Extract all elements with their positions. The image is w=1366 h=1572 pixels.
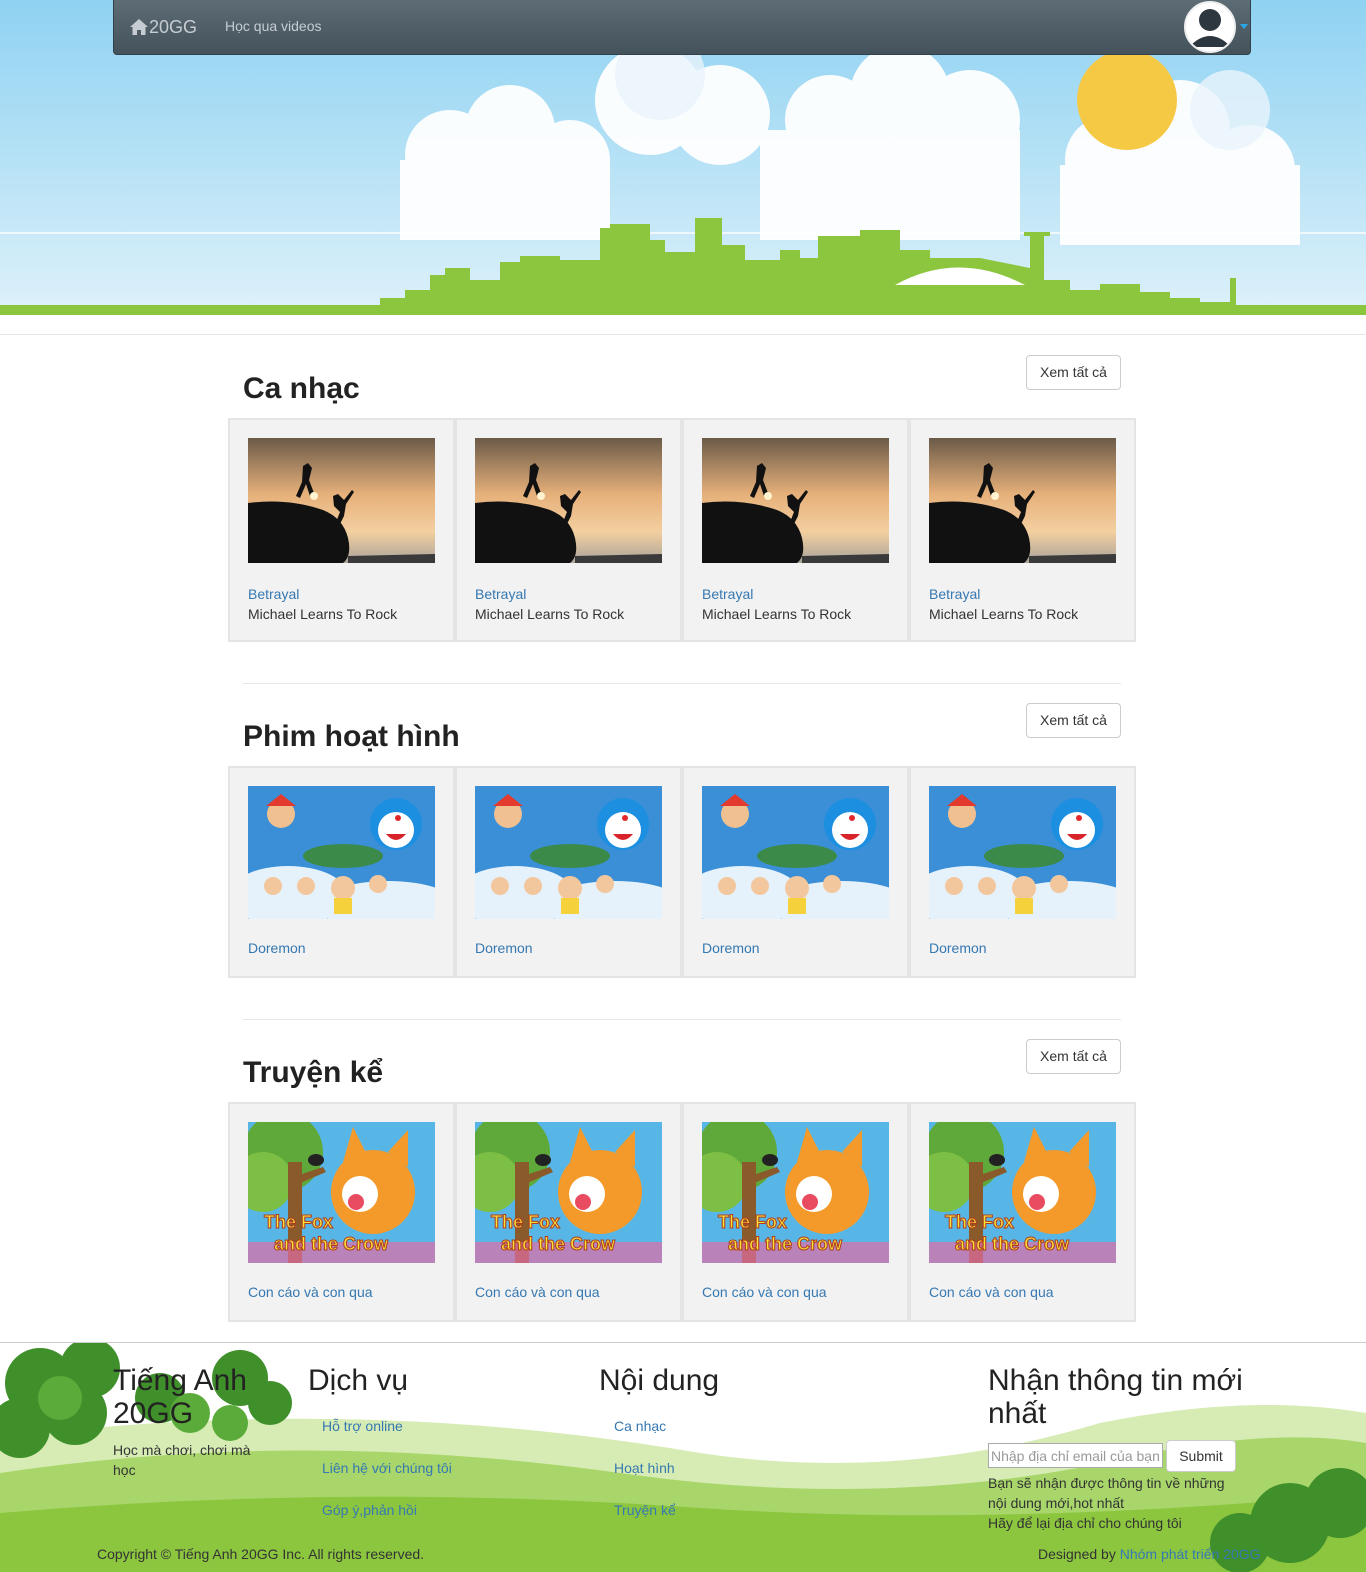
submit-button[interactable]: Submit: [1166, 1440, 1236, 1472]
card-title[interactable]: Con cáo và con qua: [475, 1284, 600, 1300]
thumb-caption: and the Crow: [955, 1234, 1070, 1254]
section-divider: [243, 683, 1121, 684]
designed-by-text: Designed by Nhóm phát triển 20GG: [1038, 1546, 1261, 1562]
card-title[interactable]: Betrayal: [702, 586, 753, 602]
footer-content-title: Nội dung: [599, 1364, 720, 1397]
doraemon-cartoon-image[interactable]: [248, 786, 435, 919]
thumb-caption: The Fox: [491, 1212, 560, 1232]
section-title: Phim hoạt hình: [243, 720, 460, 753]
nav-link-videos[interactable]: Học qua videos: [225, 18, 322, 34]
see-all-button[interactable]: Xem tất cả: [1026, 355, 1121, 390]
doraemon-cartoon-image[interactable]: [702, 786, 889, 919]
see-all-button[interactable]: Xem tất cả: [1026, 703, 1121, 738]
card-title[interactable]: Doremon: [248, 940, 306, 956]
footer-link-cartoons[interactable]: Hoạt hình: [614, 1460, 675, 1476]
footer-link-contact[interactable]: Liên hệ với chúng tôi: [322, 1460, 452, 1476]
card-title[interactable]: Doremon: [702, 940, 760, 956]
sunset-silhouette-image[interactable]: [248, 438, 435, 563]
video-card[interactable]: Doremon: [682, 766, 909, 978]
section-music: Ca nhạc Xem tất cả Betrayal Michael Lear…: [228, 355, 1136, 645]
video-card[interactable]: The Fox and the Crow Con cáo và con qua: [682, 1102, 909, 1322]
site-footer: Tiếng Anh 20GG Học mà chơi, chơi mà học …: [0, 1342, 1366, 1572]
card-title[interactable]: Betrayal: [929, 586, 980, 602]
section-title: Truyện kể: [243, 1056, 384, 1089]
card-list: The Fox and the Crow Con cáo và con qua …: [228, 1102, 1136, 1322]
card-title[interactable]: Doremon: [475, 940, 533, 956]
card-title[interactable]: Con cáo và con qua: [929, 1284, 1054, 1300]
card-title[interactable]: Doremon: [929, 940, 987, 956]
card-title[interactable]: Con cáo và con qua: [248, 1284, 373, 1300]
section-stories: Truyện kể Xem tất cả The Fox and the Cro…: [228, 1039, 1136, 1325]
copyright-text: Copyright © Tiếng Anh 20GG Inc. All righ…: [97, 1546, 425, 1562]
footer-about-title: Tiếng Anh 20GG: [113, 1364, 247, 1430]
section-title: Ca nhạc: [243, 372, 360, 405]
hero-divider: [0, 334, 1366, 335]
card-artist: Michael Learns To Rock: [248, 606, 398, 622]
fox-and-crow-image[interactable]: The Fox and the Crow: [248, 1122, 435, 1263]
home-icon: [130, 19, 148, 35]
sunset-silhouette-image[interactable]: [475, 438, 662, 563]
card-artist: Michael Learns To Rock: [929, 606, 1079, 622]
thumb-caption: and the Crow: [274, 1234, 389, 1254]
footer-link-music[interactable]: Ca nhạc: [614, 1418, 666, 1434]
brand-label: 20GG: [149, 16, 198, 37]
video-card[interactable]: Doremon: [228, 766, 455, 978]
footer-link-online-support[interactable]: Hỗ trợ online: [322, 1418, 403, 1434]
video-card[interactable]: Betrayal Michael Learns To Rock: [228, 418, 455, 642]
footer-link-stories[interactable]: Truyện kể: [614, 1502, 676, 1518]
card-title[interactable]: Betrayal: [248, 586, 299, 602]
see-all-button[interactable]: Xem tất cả: [1026, 1039, 1121, 1074]
card-artist: Michael Learns To Rock: [475, 606, 625, 622]
thumb-caption: The Fox: [718, 1212, 787, 1232]
sunset-silhouette-image[interactable]: [929, 438, 1116, 563]
section-cartoons: Phim hoạt hình Xem tất cả Doremon Doremo…: [228, 703, 1136, 981]
doraemon-cartoon-image[interactable]: [929, 786, 1116, 919]
fox-and-crow-image[interactable]: The Fox and the Crow: [929, 1122, 1116, 1263]
footer-tagline: Học mà chơi, chơi mà học: [113, 1442, 251, 1478]
top-navbar: 20GG Học qua videos: [113, 0, 1251, 55]
card-title[interactable]: Con cáo và con qua: [702, 1284, 827, 1300]
video-card[interactable]: Betrayal Michael Learns To Rock: [682, 418, 909, 642]
video-card[interactable]: Doremon: [455, 766, 682, 978]
user-avatar-icon[interactable]: [1184, 1, 1236, 53]
card-list: Doremon Doremon Doremon Doremon: [228, 766, 1136, 978]
card-list: Betrayal Michael Learns To Rock Betrayal…: [228, 418, 1136, 642]
email-field[interactable]: [988, 1443, 1163, 1468]
footer-link-feedback[interactable]: Góp ý,phản hồi: [322, 1502, 417, 1518]
thumb-caption: and the Crow: [501, 1234, 616, 1254]
thumb-caption: and the Crow: [728, 1234, 843, 1254]
brand-link[interactable]: 20GG: [129, 16, 197, 38]
card-title[interactable]: Betrayal: [475, 586, 526, 602]
sunset-silhouette-image[interactable]: [702, 438, 889, 563]
thumb-caption: The Fox: [264, 1212, 333, 1232]
video-card[interactable]: The Fox and the Crow Con cáo và con qua: [455, 1102, 682, 1322]
card-artist: Michael Learns To Rock: [702, 606, 852, 622]
thumb-caption: The Fox: [945, 1212, 1014, 1232]
video-card[interactable]: The Fox and the Crow Con cáo và con qua: [909, 1102, 1136, 1322]
video-card[interactable]: Betrayal Michael Learns To Rock: [909, 418, 1136, 642]
footer-newsletter-note: Bạn sẽ nhận được thông tin về những nội …: [988, 1475, 1225, 1531]
caret-down-icon[interactable]: [1240, 24, 1248, 29]
doraemon-cartoon-image[interactable]: [475, 786, 662, 919]
fox-and-crow-image[interactable]: The Fox and the Crow: [475, 1122, 662, 1263]
sun-icon: [1077, 50, 1177, 150]
fox-and-crow-image[interactable]: The Fox and the Crow: [702, 1122, 889, 1263]
designer-link[interactable]: Nhóm phát triển 20GG: [1120, 1546, 1261, 1562]
video-card[interactable]: Betrayal Michael Learns To Rock: [455, 418, 682, 642]
footer-services-title: Dịch vụ: [308, 1364, 409, 1397]
section-divider: [243, 1019, 1121, 1020]
video-card[interactable]: The Fox and the Crow Con cáo và con qua: [228, 1102, 455, 1322]
footer-newsletter-title: Nhận thông tin mới nhất: [988, 1364, 1243, 1430]
video-card[interactable]: Doremon: [909, 766, 1136, 978]
